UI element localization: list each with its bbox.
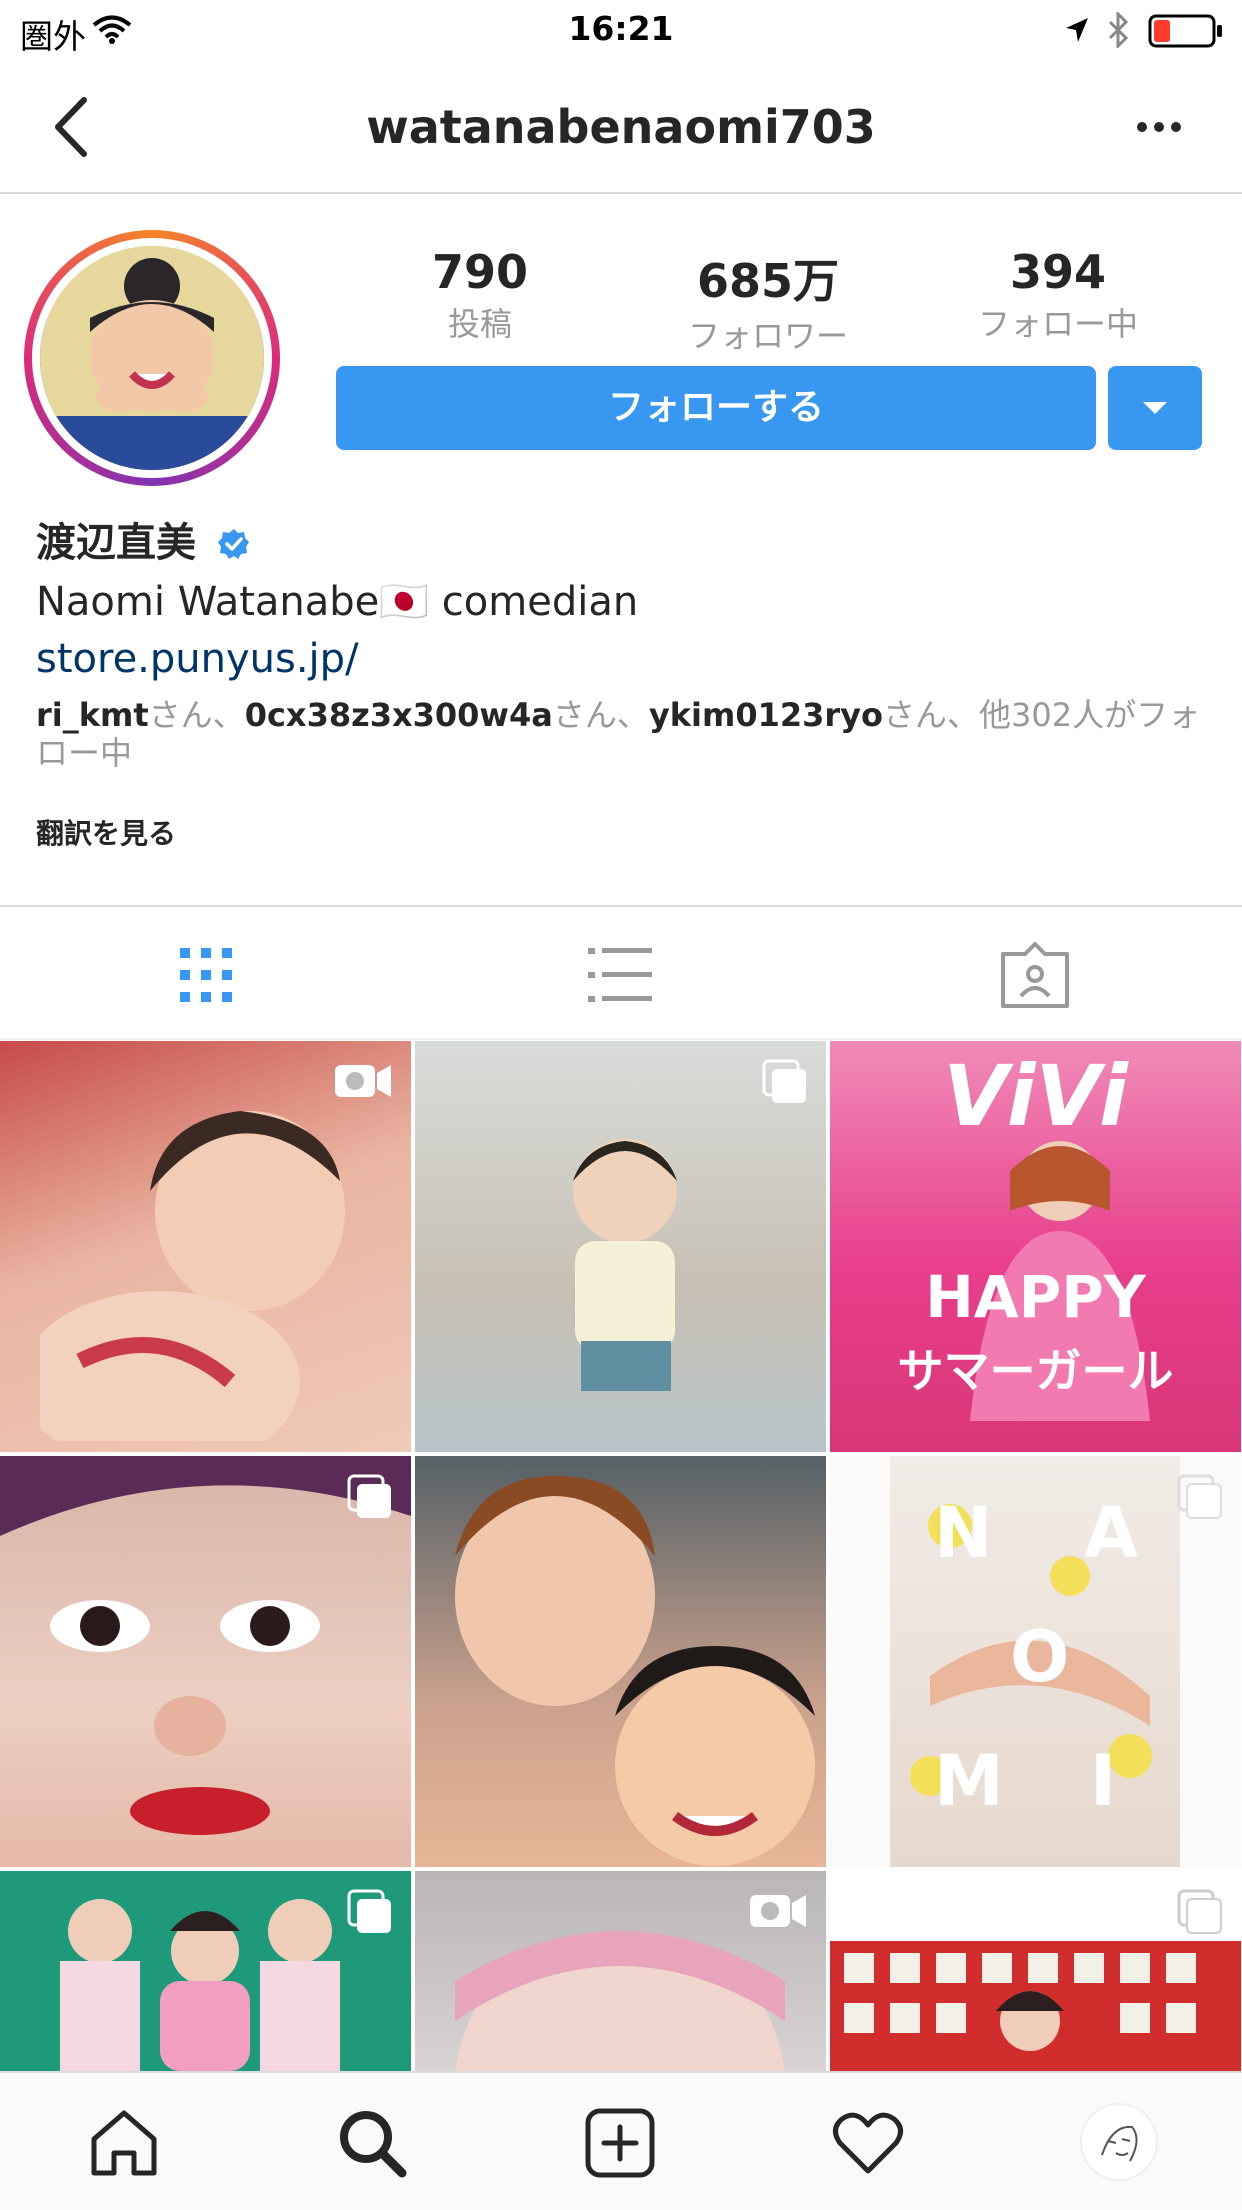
caret-down-icon [1143, 402, 1167, 414]
story-ring[interactable] [24, 230, 280, 486]
header-username: watanabenaomi703 [366, 100, 876, 154]
follower-user-1[interactable]: ri_kmt [36, 696, 149, 734]
profile-header: watanabenaomi703 [0, 62, 1242, 194]
follow-button[interactable]: フォローする [336, 366, 1096, 450]
grid-post-3-magazine[interactable]: ViVi HAPPY サマーガール [830, 1041, 1241, 1452]
video-badge-icon [335, 1065, 391, 1097]
bluetooth-icon [1108, 12, 1129, 48]
verified-badge-icon [217, 529, 249, 559]
status-time: 16:21 [568, 9, 674, 48]
carousel-badge-icon [347, 1889, 391, 1933]
grid-view-icon[interactable] [166, 940, 246, 1010]
grid-post-2[interactable] [415, 1041, 826, 1452]
bio-link[interactable]: store.punyus.jp/ [36, 636, 359, 682]
section-divider [0, 905, 1242, 907]
grid-post-9[interactable] [830, 1871, 1241, 2071]
grid-post-1[interactable] [0, 1041, 411, 1452]
grid-post-5[interactable] [415, 1456, 826, 1867]
display-name-row: 渡辺直美 [36, 510, 250, 568]
new-post-icon[interactable] [584, 2107, 656, 2179]
grid-post-6-photobook[interactable]: N A O M I [830, 1456, 1241, 1867]
carousel-badge-icon [347, 1474, 391, 1518]
stat-followers[interactable]: 685万 フォロワー [668, 245, 868, 357]
followed-by-text[interactable]: ri_kmtさん、0cx38z3x300w4aさん、ykim0123ryoさん、… [36, 696, 1216, 772]
display-name: 渡辺直美 [36, 520, 196, 566]
carousel-badge-icon [1177, 1889, 1222, 1934]
status-bar: 圏外 16:21 [0, 0, 1242, 62]
stat-posts[interactable]: 790 投稿 [380, 245, 580, 345]
stat-following[interactable]: 394 フォロー中 [958, 245, 1158, 345]
location-arrow-icon [1066, 18, 1088, 42]
profile-tab-avatar[interactable] [1080, 2103, 1158, 2181]
battery-icon [1148, 14, 1222, 48]
japan-flag-icon: 🇯🇵 [379, 579, 430, 625]
bio-text: Naomi Watanabe🇯🇵 comedian [36, 579, 639, 625]
follower-user-3[interactable]: ykim0123ryo [649, 696, 883, 734]
list-view-icon[interactable] [580, 940, 660, 1010]
follower-user-2[interactable]: 0cx38z3x300w4a [245, 696, 553, 734]
grid-post-4[interactable] [0, 1456, 411, 1867]
tab-divider [0, 1038, 1242, 1040]
grid-post-7[interactable] [0, 1871, 411, 2071]
grid-post-8[interactable] [415, 1871, 826, 2071]
bottom-navigation [0, 2071, 1242, 2210]
video-badge-icon [750, 1895, 806, 1927]
search-icon[interactable] [336, 2107, 408, 2179]
translate-link[interactable]: 翻訳を見る [36, 812, 176, 852]
avatar [40, 246, 264, 470]
carousel-badge-icon [762, 1059, 806, 1103]
tagged-photos-icon[interactable] [995, 940, 1075, 1010]
heart-icon[interactable] [832, 2111, 904, 2175]
carousel-badge-icon [1177, 1474, 1222, 1519]
suggestions-dropdown-button[interactable] [1108, 366, 1202, 450]
home-icon[interactable] [88, 2109, 160, 2177]
more-options-icon[interactable] [1136, 120, 1182, 134]
